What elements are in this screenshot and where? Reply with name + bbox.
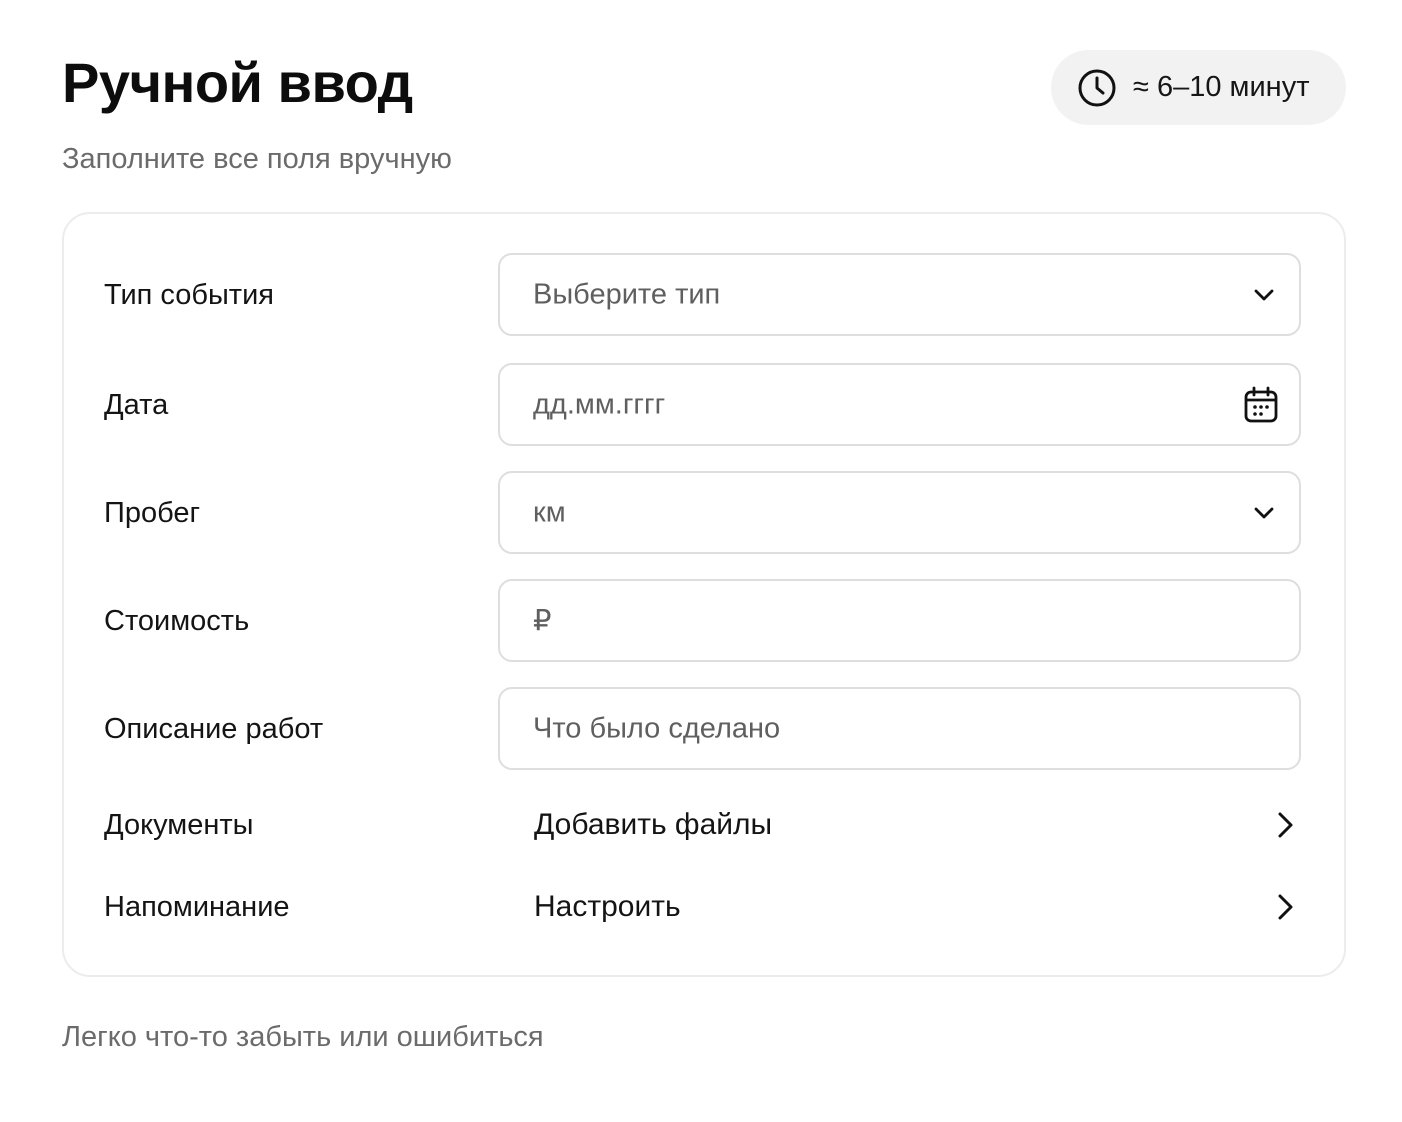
- chevron-down-icon: [1254, 507, 1274, 518]
- event-type-placeholder: Выберите тип: [533, 278, 721, 310]
- chevron-right-icon: [1278, 894, 1293, 920]
- event-type-select[interactable]: Выберите тип: [498, 253, 1301, 336]
- page-subtitle: Заполните все поля вручную: [62, 143, 452, 175]
- clock-icon: [1078, 69, 1116, 106]
- date-placeholder: дд.мм.гггг: [533, 388, 666, 420]
- time-estimate-badge: ≈ 6–10 минут: [1051, 50, 1346, 125]
- date-label: Дата: [104, 389, 169, 421]
- reminder-label: Напоминание: [104, 891, 290, 923]
- page-title: Ручной ввод: [62, 51, 413, 114]
- description-input[interactable]: Что было сделано: [498, 687, 1301, 770]
- cost-input[interactable]: ₽: [498, 579, 1301, 662]
- time-estimate-text: ≈ 6–10 минут: [1133, 71, 1310, 103]
- chevron-down-icon: [1254, 289, 1274, 300]
- date-input[interactable]: дд.мм.гггг: [498, 363, 1301, 446]
- calendar-icon[interactable]: [1243, 386, 1279, 424]
- configure-reminder-text: Настроить: [534, 890, 681, 923]
- cost-placeholder: ₽: [533, 605, 552, 637]
- documents-label: Документы: [104, 809, 254, 841]
- add-files-text: Добавить файлы: [534, 808, 773, 841]
- description-placeholder: Что было сделано: [533, 712, 781, 744]
- description-label: Описание работ: [104, 713, 324, 745]
- manual-entry-form: Тип события Выберите тип Дата дд.мм.гггг…: [62, 212, 1346, 977]
- event-type-label: Тип события: [104, 279, 274, 311]
- add-files-link[interactable]: Добавить файлы: [498, 795, 1301, 855]
- mileage-label: Пробег: [104, 497, 201, 529]
- cost-label: Стоимость: [104, 605, 250, 637]
- footer-note: Легко что-то забыть или ошибиться: [62, 1021, 544, 1053]
- mileage-select[interactable]: км: [498, 471, 1301, 554]
- mileage-placeholder: км: [533, 496, 566, 528]
- chevron-right-icon: [1278, 812, 1293, 838]
- configure-reminder-link[interactable]: Настроить: [498, 877, 1301, 937]
